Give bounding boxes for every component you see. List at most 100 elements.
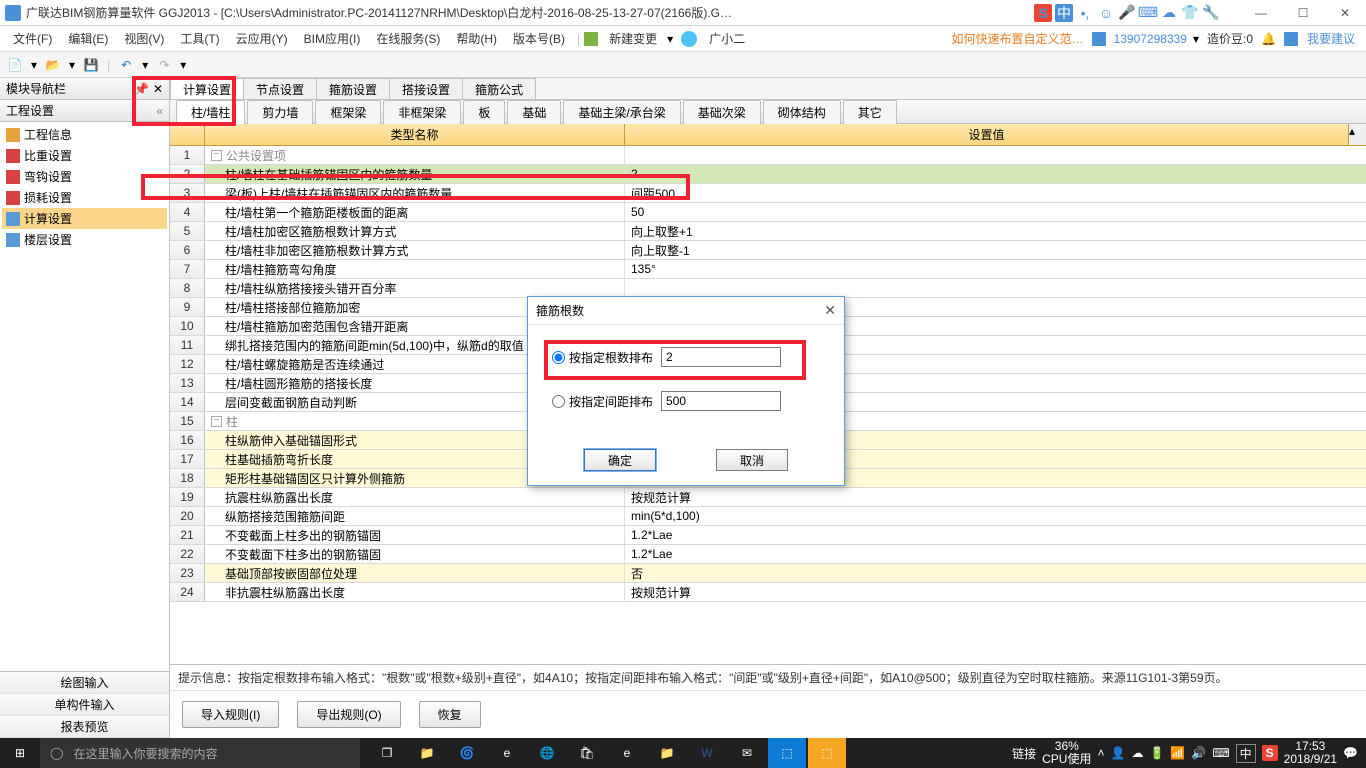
ime-mic-icon[interactable]: 🎤 bbox=[1118, 4, 1136, 22]
table-row[interactable]: 4柱/墙柱第一个箍筋距楼板面的距离50 bbox=[170, 203, 1366, 222]
tab2-shearwall[interactable]: 剪力墙 bbox=[247, 100, 313, 124]
input-spacing[interactable] bbox=[661, 391, 781, 411]
radio-by-count-input[interactable] bbox=[552, 351, 565, 364]
sidebar-sub-chevron-icon[interactable]: « bbox=[156, 104, 163, 118]
table-row[interactable]: 7柱/墙柱箍筋弯勾角度135° bbox=[170, 260, 1366, 279]
row-value[interactable]: 50 bbox=[625, 203, 1366, 221]
tab2-column[interactable]: 柱/墙柱 bbox=[176, 100, 245, 124]
btn-report[interactable]: 报表预览 bbox=[0, 716, 169, 738]
ime-smile-icon[interactable]: ☺ bbox=[1097, 4, 1115, 22]
dialog-ok-button[interactable]: 确定 bbox=[584, 449, 656, 471]
tray-volume-icon[interactable]: 🔊 bbox=[1191, 746, 1206, 760]
sidebar-close-icon[interactable]: ✕ bbox=[153, 82, 163, 96]
btn-export-rules[interactable]: 导出规则(O) bbox=[297, 701, 400, 728]
username[interactable]: 广小二 bbox=[701, 26, 753, 52]
app-browser-icon[interactable]: 🌐 bbox=[528, 738, 566, 768]
minimize-button[interactable]: — bbox=[1240, 0, 1282, 26]
dropdown-icon[interactable]: ▾ bbox=[667, 32, 673, 46]
app-edge-icon[interactable]: e bbox=[488, 738, 526, 768]
table-row[interactable]: 22不变截面下柱多出的钢筋锚固1.2*Lae bbox=[170, 545, 1366, 564]
radio-by-count[interactable]: 按指定根数排布 bbox=[552, 349, 653, 366]
tab2-foundsecbeam[interactable]: 基础次梁 bbox=[683, 100, 761, 124]
ime-keyboard-icon[interactable]: ⌨ bbox=[1139, 4, 1157, 22]
row-value[interactable]: 135° bbox=[625, 260, 1366, 278]
app-store-icon[interactable]: 🛍 bbox=[568, 738, 606, 768]
table-row[interactable]: 20纵筋搭接范围箍筋间距min(5*d,100) bbox=[170, 507, 1366, 526]
ime-punct-icon[interactable]: •, bbox=[1076, 4, 1094, 22]
btn-draw-input[interactable]: 绘图输入 bbox=[0, 672, 169, 694]
open-icon[interactable]: 📂 bbox=[43, 55, 63, 75]
save-icon[interactable]: 💾 bbox=[81, 55, 101, 75]
tab2-masonry[interactable]: 砌体结构 bbox=[763, 100, 841, 124]
expand-icon[interactable]: − bbox=[211, 416, 222, 427]
tab2-nonframebeam[interactable]: 非框架梁 bbox=[383, 100, 461, 124]
radio-by-spacing-input[interactable] bbox=[552, 395, 565, 408]
nav-project-info[interactable]: 工程信息 bbox=[2, 124, 167, 145]
tb-dd1[interactable]: ▾ bbox=[31, 58, 37, 72]
tray-keyboard-icon[interactable]: ⌨ bbox=[1212, 746, 1229, 760]
table-row[interactable]: 23基础顶部按嵌固部位处理否 bbox=[170, 564, 1366, 583]
expand-icon[interactable]: − bbox=[211, 150, 222, 161]
app-word-icon[interactable]: W bbox=[688, 738, 726, 768]
ime-skin-icon[interactable]: 👕 bbox=[1181, 4, 1199, 22]
tb-dd3[interactable]: ▾ bbox=[142, 58, 148, 72]
table-row[interactable]: 6柱/墙柱非加密区箍筋根数计算方式向上取整-1 bbox=[170, 241, 1366, 260]
row-value[interactable]: 1.2*Lae bbox=[625, 526, 1366, 544]
row-value[interactable]: 按规范计算 bbox=[625, 488, 1366, 506]
tab2-other[interactable]: 其它 bbox=[843, 100, 897, 124]
menu-bim[interactable]: BIM应用(I) bbox=[296, 26, 369, 52]
feedback-link[interactable]: 我要建议 bbox=[1301, 30, 1361, 47]
nav-hook[interactable]: 弯钩设置 bbox=[2, 166, 167, 187]
table-row[interactable]: 19抗震柱纵筋露出长度按规范计算 bbox=[170, 488, 1366, 507]
tab2-slab[interactable]: 板 bbox=[463, 100, 505, 124]
pin-icon[interactable]: 📌 bbox=[134, 82, 149, 96]
menu-version[interactable]: 版本号(B) bbox=[505, 26, 573, 52]
tray-up-icon[interactable]: ˄ bbox=[1097, 746, 1104, 760]
phone-link[interactable]: 13907298339 bbox=[1108, 32, 1193, 46]
table-row[interactable]: 21不变截面上柱多出的钢筋锚固1.2*Lae bbox=[170, 526, 1366, 545]
input-count[interactable] bbox=[661, 347, 781, 367]
ime-tool-icon[interactable]: 🔧 bbox=[1202, 4, 1220, 22]
tb-dd4[interactable]: ▾ bbox=[180, 58, 186, 72]
app-ie-icon[interactable]: e bbox=[608, 738, 646, 768]
tab-node[interactable]: 节点设置 bbox=[243, 78, 317, 99]
tray-clock[interactable]: 17:53 2018/9/21 bbox=[1284, 740, 1337, 766]
table-row[interactable]: 24非抗震柱纵筋露出长度按规范计算 bbox=[170, 583, 1366, 602]
app-gcl-icon[interactable]: ⬚ bbox=[808, 738, 846, 768]
row-value[interactable]: 2 bbox=[625, 165, 1366, 183]
tab-stirrup[interactable]: 箍筋设置 bbox=[316, 78, 390, 99]
app-ggj-icon[interactable]: ⬚ bbox=[768, 738, 806, 768]
dialog-cancel-button[interactable]: 取消 bbox=[716, 449, 788, 471]
cpu-meter[interactable]: 36% CPU使用 bbox=[1042, 740, 1091, 766]
btn-restore[interactable]: 恢复 bbox=[419, 701, 481, 728]
table-row[interactable]: 2柱/墙柱在基础插筋锚固区内的箍筋数量2 bbox=[170, 165, 1366, 184]
tray-ime[interactable]: 中 bbox=[1236, 744, 1256, 763]
tb-dd2[interactable]: ▾ bbox=[69, 58, 75, 72]
promo-link[interactable]: 如何快速布置自定义范… bbox=[944, 30, 1092, 47]
taskbar-search[interactable]: ◯ 在这里输入你要搜索的内容 bbox=[40, 738, 360, 768]
radio-by-spacing[interactable]: 按指定间距排布 bbox=[552, 393, 653, 410]
menu-help[interactable]: 帮助(H) bbox=[448, 26, 505, 52]
scroll-up-icon[interactable]: ▴ bbox=[1348, 124, 1366, 145]
menu-cloud[interactable]: 云应用(Y) bbox=[228, 26, 296, 52]
menu-view[interactable]: 视图(V) bbox=[116, 26, 172, 52]
menu-online[interactable]: 在线服务(S) bbox=[368, 26, 448, 52]
app-explorer-icon[interactable]: 📁 bbox=[648, 738, 686, 768]
row-value[interactable]: min(5*d,100) bbox=[625, 507, 1366, 525]
nav-weight[interactable]: 比重设置 bbox=[2, 145, 167, 166]
taskview-icon[interactable]: ❐ bbox=[368, 738, 406, 768]
menu-tools[interactable]: 工具(T) bbox=[172, 26, 227, 52]
app-mail-icon[interactable]: ✉ bbox=[728, 738, 766, 768]
table-row[interactable]: 3梁(板)上柱/墙柱在插筋锚固区内的箍筋数量间距500 bbox=[170, 184, 1366, 203]
app-swirl-icon[interactable]: 🌀 bbox=[448, 738, 486, 768]
tab-lap[interactable]: 搭接设置 bbox=[389, 78, 463, 99]
app-folder-icon[interactable]: 📁 bbox=[408, 738, 446, 768]
menu-edit[interactable]: 编辑(E) bbox=[60, 26, 116, 52]
close-button[interactable]: ✕ bbox=[1324, 0, 1366, 26]
undo-icon[interactable]: ↶ bbox=[116, 55, 136, 75]
tab-formula[interactable]: 箍筋公式 bbox=[462, 78, 536, 99]
tray-sogou-icon[interactable]: S bbox=[1262, 745, 1278, 761]
row-value[interactable]: 按规范计算 bbox=[625, 583, 1366, 601]
tray-battery-icon[interactable]: 🔋 bbox=[1149, 746, 1164, 760]
new-icon[interactable]: 📄 bbox=[5, 55, 25, 75]
